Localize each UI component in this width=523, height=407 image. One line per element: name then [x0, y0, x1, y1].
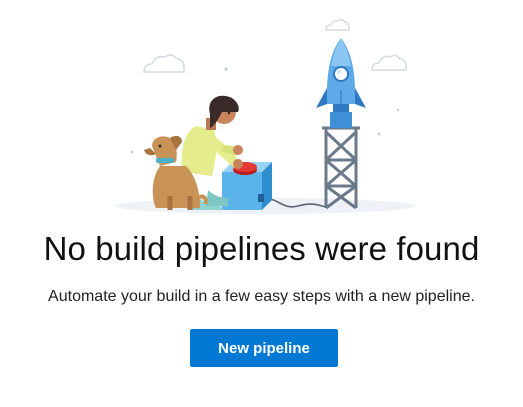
new-pipeline-button[interactable]: New pipeline: [190, 329, 338, 367]
empty-state-illustration: [115, 19, 415, 214]
cloud-icon: [371, 54, 407, 71]
rocket-icon: [316, 38, 366, 128]
cloud-icon: [143, 54, 185, 73]
cloud-icon: [325, 19, 350, 31]
launch-tower-icon: [322, 126, 360, 210]
empty-state-description: Automate your build in a few easy steps …: [48, 288, 475, 305]
empty-state-title: No build pipelines were found: [43, 230, 480, 267]
